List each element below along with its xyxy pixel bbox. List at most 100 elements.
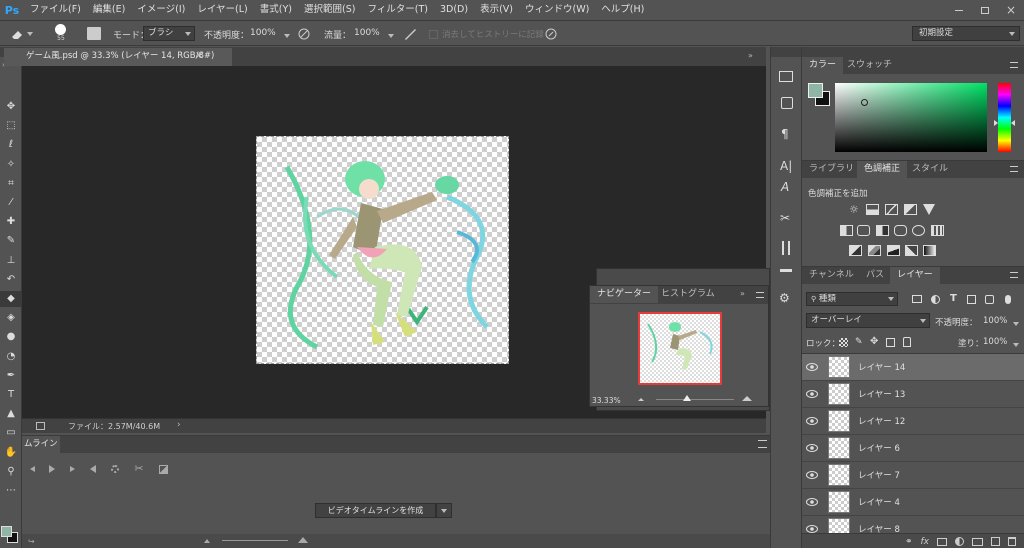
brush-size-picker[interactable]: 55 [50, 24, 72, 46]
visibility-eye-icon[interactable] [802, 435, 822, 462]
curves-icon[interactable] [885, 204, 898, 215]
crop-tool[interactable]: ⌗ [0, 176, 22, 192]
menu-item[interactable]: 編集(E) [87, 0, 131, 20]
path-select-tool[interactable]: ▲ [0, 406, 22, 422]
layers-panel-menu[interactable] [1010, 272, 1018, 278]
layer-opacity-input[interactable]: 100% [983, 316, 1007, 326]
tab-layers[interactable]: レイヤー [890, 267, 940, 284]
menu-item[interactable]: イメージ(I) [131, 0, 191, 20]
menu-item[interactable]: レイヤー(L) [191, 0, 253, 20]
opacity-input[interactable]: 100% [250, 26, 284, 41]
exposure-icon[interactable] [904, 204, 917, 215]
adjustments-panel-menu[interactable] [1010, 166, 1018, 172]
navigator-zoom-in-icon[interactable] [742, 396, 752, 401]
healing-brush-tool[interactable]: ✚ [0, 214, 22, 230]
pen-tool[interactable]: ✒ [0, 368, 22, 384]
hue-slider[interactable] [994, 83, 1015, 152]
timeline-zoom-slider[interactable] [222, 540, 288, 541]
menu-item[interactable]: 選択範囲(S) [298, 0, 361, 20]
restore-button[interactable] [972, 0, 998, 20]
invert-icon[interactable] [849, 245, 862, 256]
menu-item[interactable]: 書式(Y) [254, 0, 298, 20]
menu-item[interactable]: 表示(V) [474, 0, 519, 20]
history-brush-tool[interactable]: ↶ [0, 272, 22, 288]
delete-layer-trash-icon[interactable] [1008, 537, 1016, 546]
brush-tool[interactable]: ✎ [0, 233, 22, 249]
history-checkbox[interactable] [429, 30, 438, 39]
tabs-overflow-button[interactable]: » [748, 51, 753, 60]
navigator-zoom-thumb[interactable] [683, 395, 691, 401]
tool-presets-icon[interactable]: ✂ [780, 211, 790, 225]
paint-bucket-tool[interactable]: ◈ [0, 310, 22, 326]
color-lookup-icon[interactable] [931, 225, 944, 236]
hue-saturation-icon[interactable] [840, 225, 853, 236]
layer-row[interactable]: レイヤー 7 [802, 462, 1024, 489]
tab-navigator[interactable]: ナビゲーター [590, 286, 659, 303]
vibrance-icon[interactable] [923, 204, 935, 215]
airbrush-button[interactable] [403, 27, 418, 41]
color-balance-icon[interactable] [857, 225, 870, 236]
eyedropper-tool[interactable]: ⁄ [0, 195, 22, 211]
foreground-swatch-small[interactable] [1, 526, 12, 537]
timeline-menu-button[interactable] [758, 440, 767, 448]
filter-type-icon[interactable]: T [950, 293, 957, 304]
lock-pixels-icon[interactable]: ✎ [855, 337, 863, 347]
visibility-eye-icon[interactable] [802, 516, 822, 533]
new-group-folder-icon[interactable] [972, 537, 983, 546]
canvas-image[interactable] [256, 136, 509, 364]
foreground-color-swatch[interactable] [808, 83, 823, 98]
layer-style-fx-icon[interactable]: fx [921, 537, 930, 547]
add-mask-icon[interactable] [937, 537, 947, 546]
mode-select[interactable]: ブラシ [143, 26, 195, 41]
photo-filter-icon[interactable] [894, 225, 907, 236]
new-layer-icon[interactable] [991, 537, 1000, 546]
zoom-in-mountain-icon[interactable] [298, 537, 308, 543]
layer-row[interactable]: レイヤー 12 [802, 408, 1024, 435]
filter-adjustment-icon[interactable] [931, 295, 940, 304]
more-tool[interactable]: ⋯ [0, 483, 22, 499]
new-adjustment-icon[interactable] [955, 537, 964, 546]
navigator-zoom-value[interactable]: 33.33% [592, 396, 621, 405]
layer-row[interactable]: レイヤー 14 [802, 354, 1024, 381]
create-video-timeline-button[interactable]: ビデオタイムラインを作成 [315, 503, 436, 518]
tab-channels[interactable]: チャンネル [802, 267, 861, 284]
play-icon[interactable] [42, 464, 62, 474]
color-saturation-field[interactable] [835, 83, 987, 152]
render-video-icon[interactable]: ↪ [28, 537, 35, 546]
document-close-button[interactable]: × [195, 50, 203, 61]
navigator-collapse-button[interactable]: » [740, 289, 745, 298]
hue-slider-thumb-left[interactable] [994, 120, 998, 126]
close-window-button[interactable]: × [998, 0, 1024, 20]
filter-toggle[interactable] [1005, 295, 1011, 304]
menu-item[interactable]: ヘルプ(H) [595, 0, 650, 20]
black-white-icon[interactable] [876, 225, 889, 236]
type-tool[interactable]: T [0, 387, 22, 403]
history-panel-icon[interactable] [779, 71, 793, 82]
dodge-tool[interactable]: ◔ [0, 349, 22, 365]
move-tool[interactable]: ✥ [0, 99, 22, 115]
lock-transparent-icon[interactable] [839, 338, 848, 347]
share-icon[interactable] [36, 422, 45, 430]
visibility-eye-icon[interactable] [802, 354, 822, 381]
layer-row[interactable]: レイヤー 13 [802, 381, 1024, 408]
color-panel-menu[interactable] [1010, 62, 1018, 68]
lasso-tool[interactable]: ℓ [0, 137, 22, 153]
visibility-eye-icon[interactable] [802, 381, 822, 408]
channel-mixer-icon[interactable] [912, 225, 925, 236]
filter-shape-icon[interactable] [967, 295, 976, 304]
layer-opacity-dropdown[interactable] [1013, 319, 1019, 329]
menu-item[interactable]: 3D(D) [434, 0, 474, 20]
lock-position-icon[interactable]: ✥ [870, 336, 878, 347]
next-frame-icon[interactable] [62, 464, 82, 474]
hand-tool[interactable]: ✋ [0, 445, 22, 461]
glyphs-icon[interactable]: A [781, 180, 789, 194]
zoom-out-mountain-icon[interactable] [204, 539, 210, 543]
brightness-contrast-icon[interactable]: ☼ [849, 204, 862, 215]
fill-input[interactable]: 100% [983, 337, 1007, 347]
menu-item[interactable]: フィルター(T) [361, 0, 434, 20]
create-timeline-dropdown[interactable] [436, 503, 452, 518]
character-panel-icon[interactable]: A| [780, 159, 792, 173]
pressure-size-button[interactable] [543, 27, 558, 41]
tab-color[interactable]: カラー [802, 57, 844, 74]
filter-pixel-icon[interactable] [912, 295, 922, 303]
